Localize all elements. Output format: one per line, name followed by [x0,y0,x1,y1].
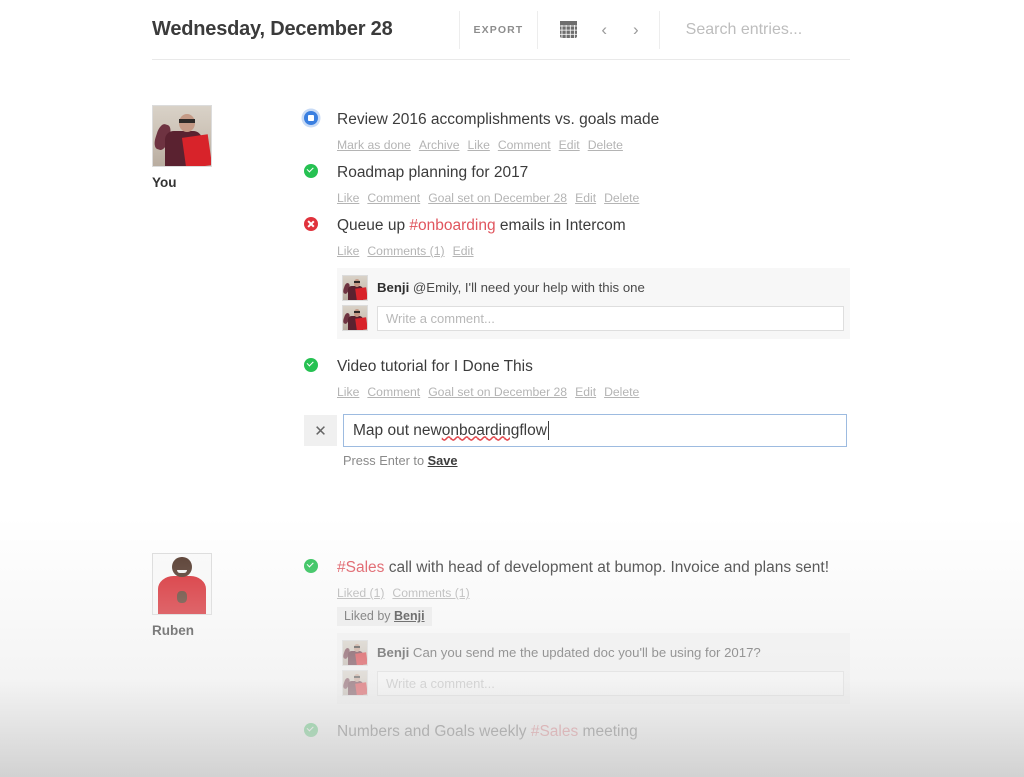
action-goal-set[interactable]: Goal set on December 28 [428,385,567,399]
action-like[interactable]: Like [467,138,489,152]
hashtag[interactable]: #Sales [531,723,578,740]
action-comments[interactable]: Comments (1) [367,244,444,258]
status-done-icon[interactable] [304,164,318,178]
status-done-icon[interactable] [304,723,318,737]
action-goal-set[interactable]: Goal set on December 28 [428,191,567,205]
comment-body: Benji @Emily, I'll need your help with t… [377,280,645,295]
text-caret [547,421,549,440]
entry-text: #Sales call with head of development at … [337,559,830,576]
entry-text: Review 2016 accomplishments vs. goals ma… [337,111,660,128]
status-failed-icon[interactable] [304,217,318,231]
avatar [342,670,368,696]
entry: Numbers and Goals weekly #Sales meeting [304,718,852,746]
liked-by-badge: Liked by Benji [337,607,432,626]
liked-by-name[interactable]: Benji [394,609,425,623]
previous-day-button[interactable]: ‹ [599,21,609,38]
calendar-icon[interactable] [560,21,578,38]
comment: Benji @Emily, I'll need your help with t… [342,273,850,303]
action-mark-as-done[interactable]: Mark as done [337,138,411,152]
comment-author: Benji [377,645,410,660]
comment-composer: Write a comment... [342,668,850,698]
avatar [342,640,368,666]
entry-actions: Like Comment Goal set on December 28 Edit De… [337,188,852,208]
action-like[interactable]: Like [337,244,359,258]
close-icon[interactable]: ✕ [304,415,337,446]
avatar [152,553,212,615]
avatar [342,275,368,301]
date-navigation: ‹ › [560,10,660,49]
status-done-icon[interactable] [304,358,318,372]
new-entry-input[interactable]: Map out new onboarding flow [343,414,847,447]
export-button[interactable]: EXPORT [458,10,539,49]
entry-actions: Like Comment Goal set on December 28 Edit De… [337,382,852,402]
comment: Benji Can you send me the updated doc yo… [342,638,850,668]
action-comment[interactable]: Comment [367,385,420,399]
action-edit[interactable]: Edit [575,191,596,205]
entry: Roadmap planning for 2017 Like Comment Goa… [304,159,852,208]
avatar [342,305,368,331]
page-title: Wednesday, December 28 [152,18,393,40]
comment-thread: Benji Can you send me the updated doc yo… [337,633,850,704]
comment-input[interactable]: Write a comment... [377,670,844,696]
entries-feed: You Review 2016 accomplishments vs. goal… [152,60,852,750]
save-hint: Press Enter to Save [343,453,458,468]
entry: Video tutorial for I Done This Like Comme… [304,353,852,402]
entry-list: #Sales call with head of development at … [304,508,852,750]
misspelled-word: onboarding [441,421,520,439]
avatar [152,105,212,167]
action-archive[interactable]: Archive [419,138,460,152]
action-comments[interactable]: Comments (1) [392,586,469,600]
entry: Queue up #onboarding emails in Intercom … [304,212,852,339]
search-input[interactable]: Search entries... [686,21,803,39]
action-edit[interactable]: Edit [559,138,580,152]
entry-text: Numbers and Goals weekly #Sales meeting [337,723,638,740]
person-block-ruben: Ruben #Sales call with head of developme… [152,508,852,750]
header-toolbar: EXPORT ‹ › Search entries... [458,0,803,60]
action-like[interactable]: Like [337,385,359,399]
action-edit[interactable]: Edit [575,385,596,399]
comment-author: Benji [377,280,410,295]
hashtag[interactable]: #onboarding [409,217,495,234]
action-like[interactable]: Like [337,191,359,205]
person-name: You [152,175,177,190]
status-done-icon[interactable] [304,559,318,573]
action-delete[interactable]: Delete [588,138,623,152]
hashtag[interactable]: #Sales [337,559,384,576]
entry: #Sales call with head of development at … [304,554,852,704]
day-view-page: Wednesday, December 28 EXPORT ‹ › Search… [0,0,1024,777]
person-identity: You [152,60,304,468]
comment-thread: Benji @Emily, I'll need your help with t… [337,268,850,339]
comment-input[interactable]: Write a comment... [377,305,844,331]
entry-text: Queue up #onboarding emails in Intercom [337,217,626,234]
new-entry-editor: ✕ Map out new onboarding flow [304,414,852,447]
comment-composer: Write a comment... [342,303,850,333]
action-liked[interactable]: Liked (1) [337,586,384,600]
comment-body: Benji Can you send me the updated doc yo… [377,645,761,660]
action-delete[interactable]: Delete [604,385,639,399]
action-edit[interactable]: Edit [453,244,474,258]
page-header: Wednesday, December 28 EXPORT ‹ › Search… [152,0,850,60]
action-delete[interactable]: Delete [604,191,639,205]
person-name: Ruben [152,623,194,638]
save-link[interactable]: Save [428,453,458,468]
person-block-you: You Review 2016 accomplishments vs. goal… [152,60,852,468]
entry-actions: Liked (1) Comments (1) [337,583,852,603]
action-comment[interactable]: Comment [367,191,420,205]
status-goal-icon[interactable] [304,111,318,125]
action-comment[interactable]: Comment [498,138,551,152]
entry: Review 2016 accomplishments vs. goals ma… [304,106,852,155]
next-day-button[interactable]: › [631,21,641,38]
entry-list: Review 2016 accomplishments vs. goals ma… [304,60,852,468]
entry-text: Roadmap planning for 2017 [337,164,529,181]
entry-actions: Like Comments (1) Edit [337,241,852,261]
entry-actions: Mark as done Archive Like Comment Edit Delete [337,135,852,155]
entry-text: Video tutorial for I Done This [337,358,533,375]
person-identity: Ruben [152,508,304,750]
